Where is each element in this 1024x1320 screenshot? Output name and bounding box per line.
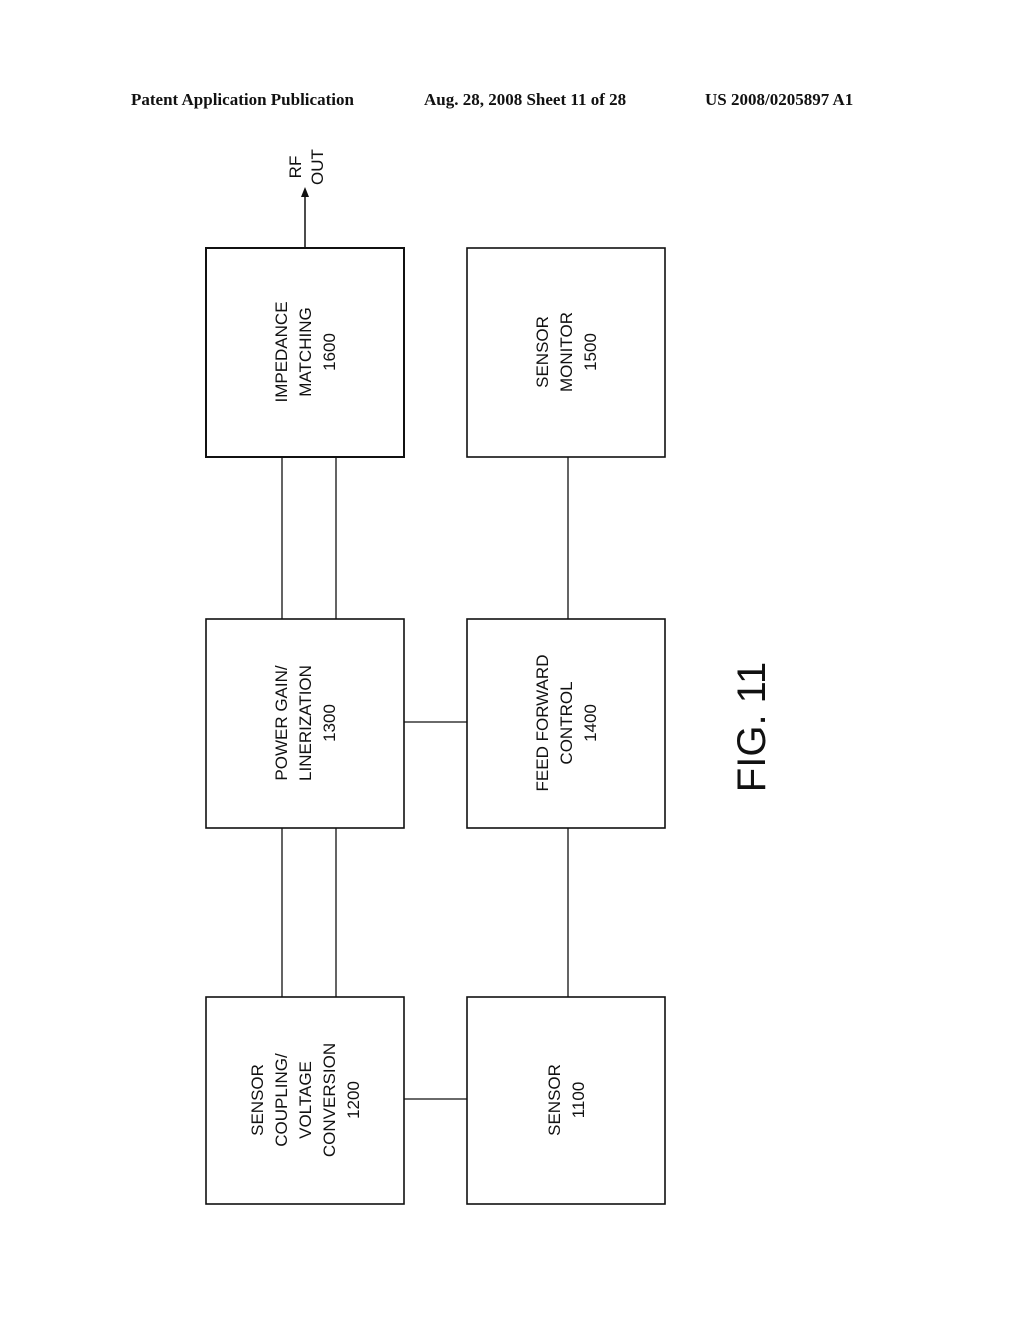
block-label-line: VOLTAGE bbox=[296, 1061, 315, 1139]
block-label-line: 1600 bbox=[320, 333, 339, 371]
block-label-line: MATCHING bbox=[296, 307, 315, 396]
block-label-sensor-monitor: SENSOR MONITOR 1500 bbox=[533, 312, 600, 392]
rf-out-line-1: RF bbox=[286, 156, 305, 179]
block-label-line: 1300 bbox=[320, 704, 339, 742]
block-sensor bbox=[466, 996, 666, 1205]
block-label-line: COUPLING/ bbox=[272, 1053, 291, 1147]
block-label-line: 1100 bbox=[569, 1082, 588, 1119]
block-label-sensor: SENSOR 1100 bbox=[545, 1064, 588, 1136]
block-label-line: 1400 bbox=[581, 704, 600, 742]
block-label-line: 1200 bbox=[344, 1081, 363, 1119]
block-label-feed-forward-control: FEED FORWARD CONTROL 1400 bbox=[533, 655, 600, 792]
block-diagram: RF OUT IMPEDANCE MATCHING 1600 SENSOR MONITO… bbox=[205, 149, 774, 1205]
block-label-line: IMPEDANCE bbox=[272, 301, 291, 402]
block-label-line: 1500 bbox=[581, 333, 600, 371]
rf-out-line-2: OUT bbox=[308, 149, 327, 185]
block-label-impedance-matching: IMPEDANCE MATCHING 1600 bbox=[272, 301, 339, 402]
block-label-line: CONVERSION bbox=[320, 1043, 339, 1157]
block-label-power-gain: POWER GAIN/LINERIZATION 1300 bbox=[272, 665, 339, 781]
block-label-line: POWER GAIN/ bbox=[272, 665, 291, 781]
block-label-line: FEED FORWARD bbox=[533, 655, 552, 792]
block-label-line: SENSOR bbox=[533, 316, 552, 388]
figure-label: FIG. 11 bbox=[730, 662, 774, 792]
rf-out-label: RF OUT bbox=[286, 149, 327, 185]
block-label-line: SENSOR bbox=[248, 1064, 267, 1136]
block-label-line: LINERIZATION bbox=[296, 665, 315, 781]
block-label-line: MONITOR bbox=[557, 312, 576, 392]
block-label-line: CONTROL bbox=[557, 681, 576, 764]
block-label-line: SENSOR bbox=[545, 1064, 564, 1136]
block-label-sensor-coupling: SENSOR COUPLING/VOLTAGE CONVERSION 1200 bbox=[248, 1043, 363, 1157]
